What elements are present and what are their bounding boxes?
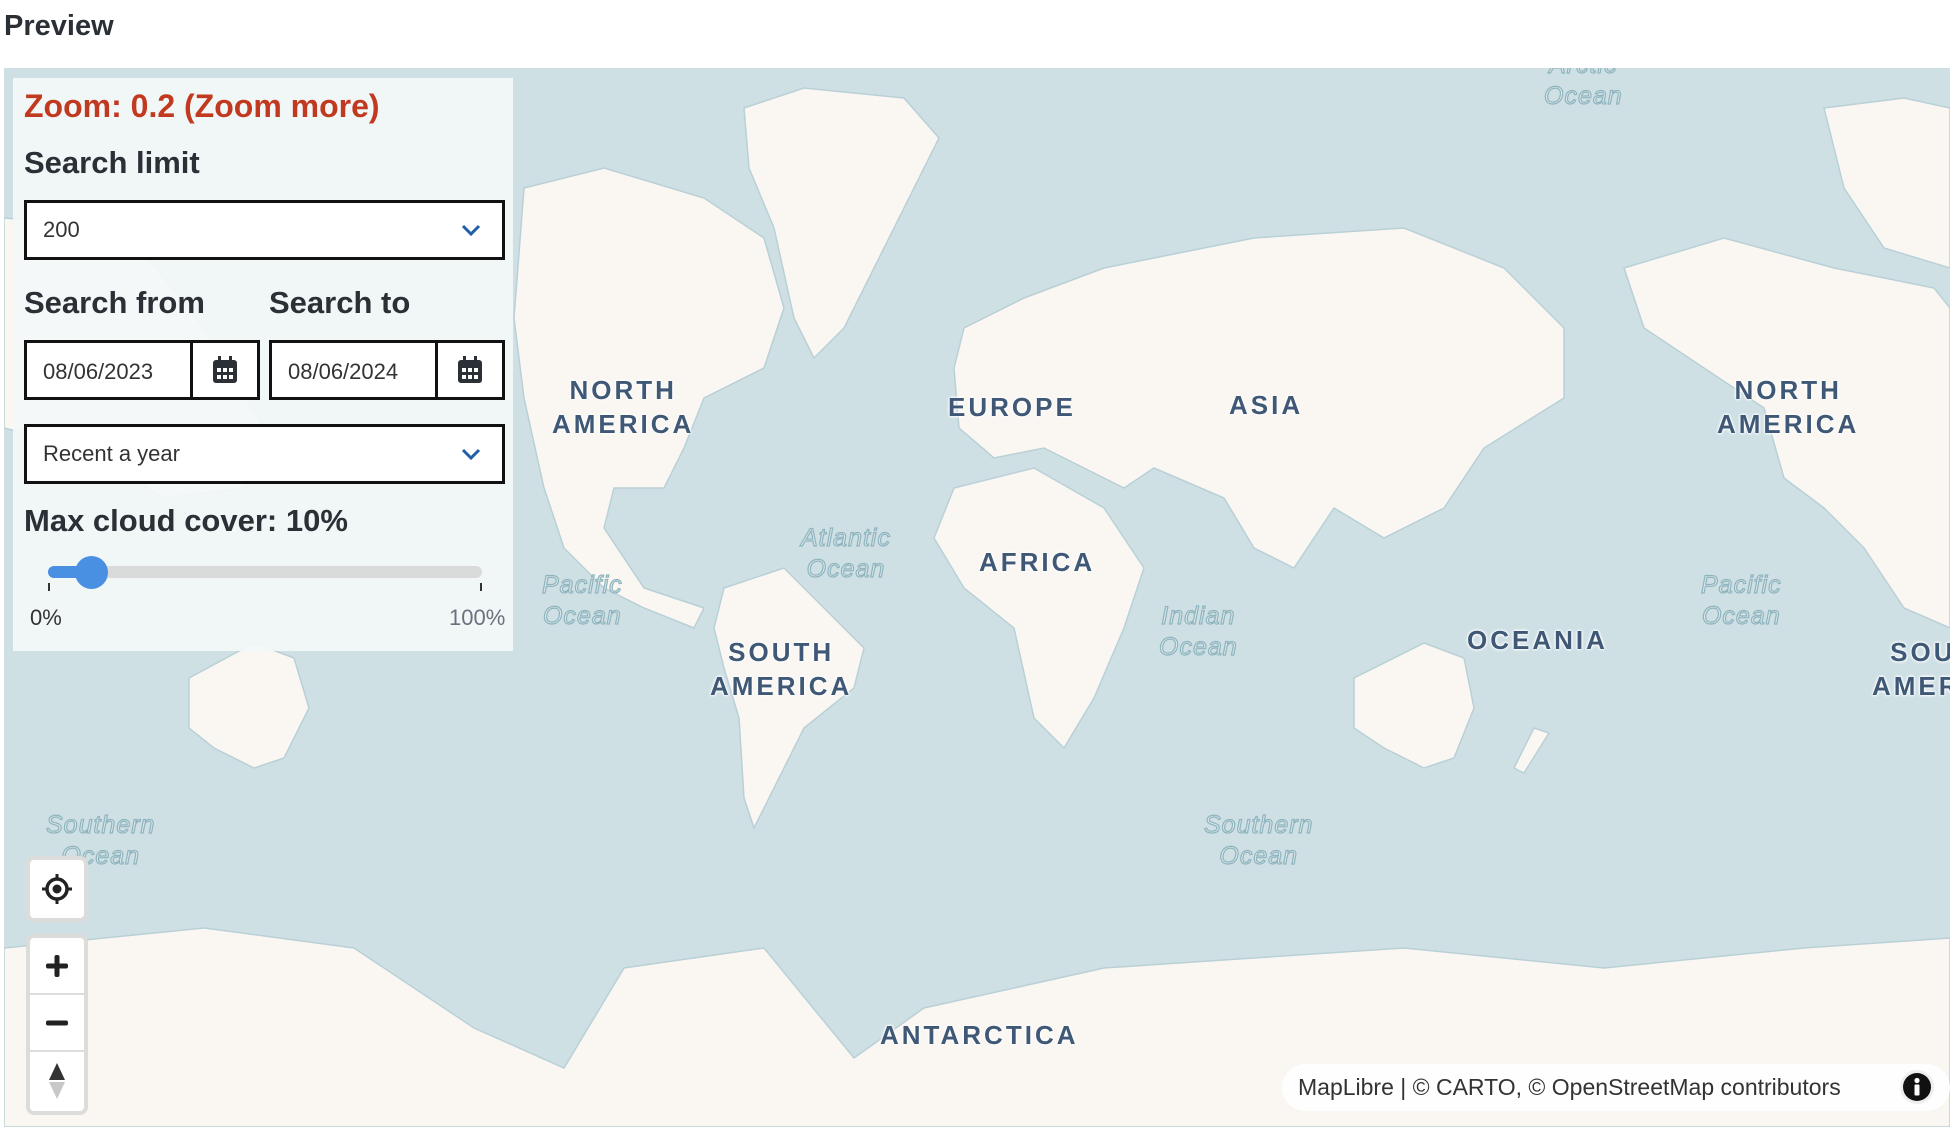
- geolocate-control: [26, 856, 88, 922]
- search-to-value: 08/06/2024: [288, 359, 399, 384]
- map-label-africa: AFRICA: [979, 547, 1096, 577]
- map-label-pacific-ocean-east: Pacific Ocean: [1700, 570, 1782, 630]
- cloud-cover-label: Max cloud cover: 10%: [24, 503, 348, 538]
- date-range-preset-value: Recent a year: [43, 441, 180, 466]
- reset-bearing-button[interactable]: [30, 1052, 84, 1109]
- date-range-preset-select[interactable]: Recent a year: [24, 424, 505, 484]
- search-from-input[interactable]: 08/06/2023: [24, 340, 260, 400]
- slider-tick-max: [480, 583, 482, 591]
- search-limit-label: Search limit: [24, 145, 200, 180]
- slider-max-label: 100%: [449, 605, 506, 630]
- map-label-south-america-east: SOUTH AMERICA: [1872, 637, 1950, 701]
- chevron-down-icon: [461, 224, 481, 237]
- map-label-europe: EUROPE: [948, 392, 1076, 422]
- geolocate-icon: [42, 874, 72, 904]
- chevron-down-icon: [461, 448, 481, 461]
- attribution-toggle-button[interactable]: [1900, 1070, 1934, 1104]
- map-label-indian-ocean: Indian Ocean: [1158, 601, 1238, 661]
- map-label-south-america: SOUTH AMERICA: [710, 637, 853, 701]
- search-to-calendar-button[interactable]: [435, 343, 502, 397]
- search-from-calendar-button[interactable]: [190, 343, 257, 397]
- search-to-label: Search to: [269, 285, 411, 320]
- page-title: Preview: [4, 10, 114, 42]
- search-to-input[interactable]: 08/06/2024: [269, 340, 505, 400]
- map-label-north-america-east: NORTH AMERICA: [1717, 375, 1860, 439]
- calendar-icon: [213, 356, 237, 383]
- zoom-warning: Zoom: 0.2 (Zoom more): [24, 88, 380, 124]
- map-label-north-america: NORTH AMERICA: [552, 375, 695, 439]
- minus-icon: [46, 1020, 68, 1025]
- search-from-label: Search from: [24, 285, 205, 320]
- zoom-out-button[interactable]: [30, 995, 84, 1052]
- map-label-antarctica: ANTARCTICA: [880, 1020, 1079, 1050]
- cloud-cover-slider-track[interactable]: [48, 566, 482, 578]
- attribution-text[interactable]: MapLibre | © CARTO, © OpenStreetMap cont…: [1298, 1074, 1841, 1101]
- search-panel: Zoom: 0.2 (Zoom more) Search limit 200 S…: [13, 78, 513, 651]
- slider-tick-min: [48, 583, 50, 591]
- map-label-pacific-ocean: Pacific Ocean: [541, 570, 623, 630]
- map-label-arctic-ocean: Arctic Ocean: [1543, 68, 1623, 111]
- navigation-control: [26, 934, 88, 1115]
- search-limit-value: 200: [43, 217, 80, 242]
- search-limit-select[interactable]: 200: [24, 200, 505, 260]
- compass-icon: [49, 1062, 65, 1099]
- cloud-cover-slider-handle[interactable]: [75, 556, 109, 589]
- map-label-oceania: OCEANIA: [1467, 625, 1608, 655]
- geolocate-button[interactable]: [30, 860, 84, 918]
- plus-icon: [46, 954, 68, 977]
- map-label-southern-ocean: Southern Ocean: [1203, 810, 1314, 870]
- info-icon: [1903, 1073, 1931, 1101]
- map-label-atlantic-ocean: Atlantic Ocean: [800, 523, 891, 583]
- map-attribution: MapLibre | © CARTO, © OpenStreetMap cont…: [1282, 1064, 1950, 1111]
- slider-min-label: 0%: [30, 605, 62, 630]
- search-from-value: 08/06/2023: [43, 359, 154, 384]
- calendar-icon: [458, 356, 482, 383]
- map-label-asia: ASIA: [1229, 390, 1304, 420]
- zoom-in-button[interactable]: [30, 938, 84, 995]
